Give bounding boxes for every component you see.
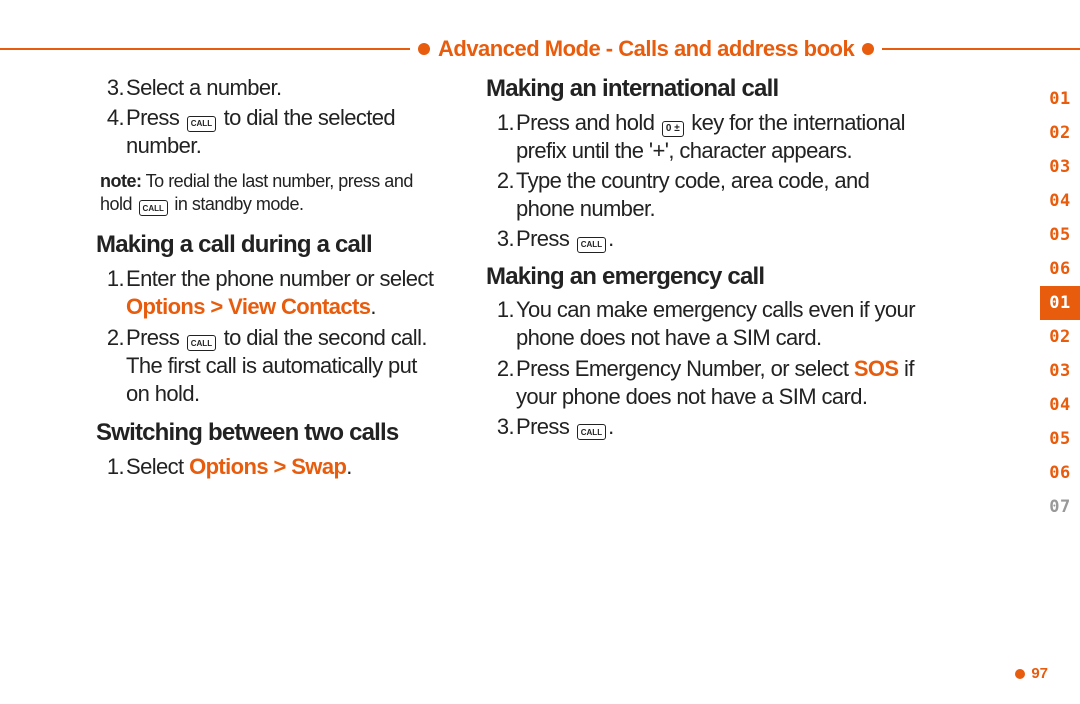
text-pre: Press Emergency Number, or select [516,356,854,381]
step-number: 2. [490,167,516,195]
header-rule-right [882,48,1080,50]
tab-01b-current[interactable]: 01 [1040,286,1080,320]
body-columns: 3. Select a number. 4. Press CALL to dia… [0,74,1080,483]
note: note: To redial the last number, press a… [100,170,438,216]
step-3: 3. Select a number. [100,74,438,102]
section-tabs: 01 02 03 04 05 06 01 02 03 04 05 06 07 [1040,82,1080,524]
tab-03a[interactable]: 03 [1040,150,1080,184]
zero-key-icon: 0 ± [662,121,684,137]
left-column: 3. Select a number. 4. Press CALL to dia… [0,74,450,483]
step-number: 1. [100,265,126,293]
tab-03b[interactable]: 03 [1040,354,1080,388]
tab-04a[interactable]: 04 [1040,184,1080,218]
step: 2. Press Emergency Number, or select SOS… [490,355,920,411]
call-key-icon: CALL [139,200,168,216]
step-number: 2. [490,355,516,383]
footer: 97 [28,665,1048,682]
step: 1. Press and hold 0 ± key for the intern… [490,109,920,165]
tab-05a[interactable]: 05 [1040,218,1080,252]
text-post: . [370,294,376,319]
text-pre: Press [126,325,185,350]
text-post: . [608,414,614,439]
header-dot-right [862,43,874,55]
page-title: Advanced Mode - Calls and address book [438,36,854,62]
step-text: Select Options > Swap. [126,453,352,481]
options-link: Options > View Contacts [126,294,370,319]
sos-link: SOS [854,356,899,381]
header-dot-left [418,43,430,55]
step-number: 3. [490,225,516,253]
section-heading: Making an emergency call [486,262,920,293]
tab-04b[interactable]: 04 [1040,388,1080,422]
tab-06b[interactable]: 06 [1040,456,1080,490]
step-4: 4. Press CALL to dial the selected numbe… [100,104,438,160]
section-heading: Switching between two calls [96,418,438,449]
step-number: 2. [100,324,126,352]
step: 2. Press CALL to dial the second call. T… [100,324,438,408]
text-post: . [346,454,352,479]
header-rule-left [0,48,410,50]
step: 1. You can make emergency calls even if … [490,296,920,352]
section-heading: Making an international call [486,74,920,105]
step-text: Enter the phone number or select Options… [126,265,438,321]
step-text: Select a number. [126,74,282,102]
step: 3. Press CALL. [490,225,920,253]
text-pre: Press [516,226,575,251]
tab-02a[interactable]: 02 [1040,116,1080,150]
tab-06a[interactable]: 06 [1040,252,1080,286]
step-text: Press CALL to dial the selected number. [126,104,438,160]
text-pre: Press and hold [516,110,660,135]
step: 1. Enter the phone number or select Opti… [100,265,438,321]
step-text: Press and hold 0 ± key for the internati… [516,109,920,165]
step-text: Press CALL to dial the second call. The … [126,324,438,408]
step-number: 1. [490,296,516,324]
call-key-icon: CALL [187,116,216,132]
note-post: in standby mode. [170,194,304,214]
text-pre: Press [516,414,575,439]
step-text: Press CALL. [516,413,614,441]
step-text: You can make emergency calls even if you… [516,296,920,352]
text-pre: Enter the phone number or select [126,266,433,291]
step-number: 3. [490,413,516,441]
call-key-icon: CALL [577,424,606,440]
text-post: . [608,226,614,251]
tab-07b[interactable]: 07 [1040,490,1080,524]
text-pre: Press [126,105,185,130]
header: Advanced Mode - Calls and address book [0,36,1080,62]
note-label: note: [100,171,142,191]
step: 1. Select Options > Swap. [100,453,438,481]
tab-01a[interactable]: 01 [1040,82,1080,116]
step-text: Press Emergency Number, or select SOS if… [516,355,920,411]
right-column: Making an international call 1. Press an… [450,74,930,483]
footer-dot [1015,669,1025,679]
step: 3. Press CALL. [490,413,920,441]
tab-05b[interactable]: 05 [1040,422,1080,456]
options-link: Options > Swap [189,454,346,479]
call-key-icon: CALL [577,237,606,253]
tab-02b[interactable]: 02 [1040,320,1080,354]
step-text: Type the country code, area code, and ph… [516,167,920,223]
step: 2. Type the country code, area code, and… [490,167,920,223]
section-heading: Making a call during a call [96,230,438,261]
step-number: 4. [100,104,126,132]
step-number: 3. [100,74,126,102]
step-number: 1. [490,109,516,137]
step-text: Press CALL. [516,225,614,253]
page-number: 97 [1031,665,1048,682]
manual-page: Advanced Mode - Calls and address book 3… [0,0,1080,704]
call-key-icon: CALL [187,335,216,351]
text-pre: Select [126,454,189,479]
step-number: 1. [100,453,126,481]
